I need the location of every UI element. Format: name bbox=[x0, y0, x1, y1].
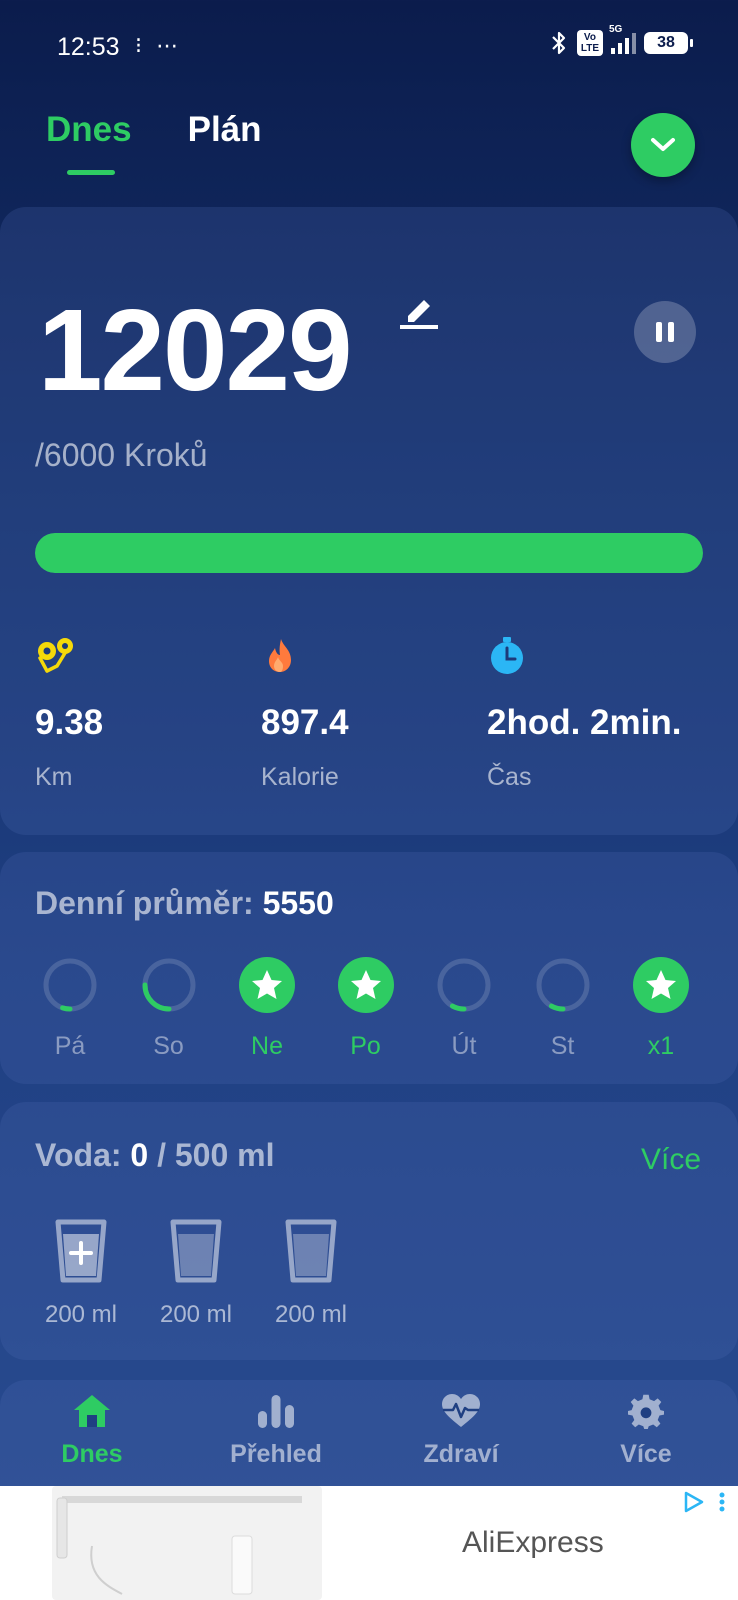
day-label: Po bbox=[350, 1032, 381, 1060]
day-item[interactable]: Ne bbox=[237, 955, 297, 1061]
day-label: x1 bbox=[647, 1032, 675, 1060]
time-value: 2hod. 2min. bbox=[487, 703, 682, 742]
flame-icon bbox=[269, 639, 291, 672]
status-time: 12:53 bbox=[57, 33, 120, 61]
day-label: St bbox=[550, 1032, 575, 1060]
tab-dnes[interactable]: Dnes bbox=[46, 110, 132, 150]
day-label: Pá bbox=[54, 1032, 86, 1060]
distance-value: 9.38 bbox=[35, 703, 104, 742]
star-badge-icon bbox=[239, 957, 295, 1013]
tab-plan[interactable]: Plán bbox=[188, 110, 262, 150]
daily-average-label: Denní průměr: bbox=[35, 885, 254, 921]
glass-icon bbox=[170, 1219, 222, 1283]
day-item[interactable]: Út bbox=[434, 955, 494, 1061]
dropdown-button[interactable] bbox=[631, 113, 695, 177]
star-badge-icon bbox=[337, 957, 394, 1013]
volte-badge: Vo LTE bbox=[576, 30, 603, 56]
distance-icon bbox=[38, 638, 73, 673]
bar-chart-icon bbox=[258, 1395, 294, 1428]
day-item[interactable]: So bbox=[139, 955, 199, 1061]
steps-progress-bar bbox=[35, 533, 703, 573]
glass-label: 200 ml bbox=[274, 1301, 348, 1328]
glass-plus-icon bbox=[55, 1219, 107, 1283]
distance-label: Km bbox=[35, 763, 73, 791]
bluetooth-icon bbox=[552, 31, 565, 55]
day-progress-ring bbox=[142, 958, 195, 1012]
nav-label: Zdraví bbox=[423, 1440, 499, 1468]
nav-dnes[interactable]: Dnes bbox=[22, 1393, 162, 1469]
day-label: Út bbox=[451, 1032, 477, 1060]
water-title: Voda: 0 / 500 ml bbox=[35, 1137, 275, 1174]
status-bar: 12:53 ⁝ ⋯ Vo LTE 5G 38 bbox=[0, 0, 738, 90]
daily-average-value: 5550 bbox=[262, 885, 334, 921]
day-progress-ring bbox=[536, 958, 589, 1012]
battery-icon: 38 bbox=[644, 32, 693, 54]
day-item[interactable]: Pá bbox=[40, 955, 100, 1061]
nav-vice[interactable]: Více bbox=[576, 1393, 716, 1469]
notification-icons: ⁝ ⋯ bbox=[135, 33, 183, 58]
water-glass-add[interactable]: 200 ml bbox=[36, 1218, 126, 1329]
water-glass[interactable]: 200 ml bbox=[151, 1218, 241, 1329]
stat-calories: 897.4 Kalorie bbox=[261, 636, 349, 792]
nav-label: Více bbox=[620, 1440, 672, 1468]
pause-button[interactable] bbox=[634, 301, 696, 363]
star-badge-icon bbox=[633, 957, 689, 1013]
calories-value: 897.4 bbox=[261, 703, 349, 742]
calories-label: Kalorie bbox=[261, 763, 339, 791]
day-progress-ring bbox=[437, 958, 491, 1012]
water-more-link[interactable]: Více bbox=[641, 1143, 701, 1177]
day-progress-ring bbox=[43, 958, 97, 1012]
day-item[interactable]: Po bbox=[336, 955, 396, 1061]
ad-banner[interactable]: AliExpress bbox=[0, 1486, 738, 1600]
stat-distance: 9.38 Km bbox=[35, 636, 103, 792]
ad-advertiser: AliExpress bbox=[462, 1526, 604, 1559]
stopwatch-icon bbox=[491, 637, 523, 674]
edit-icon[interactable] bbox=[400, 290, 440, 330]
day-item[interactable]: x1 bbox=[631, 955, 691, 1061]
pause-bar-right bbox=[668, 322, 674, 342]
network-label: 5G bbox=[609, 24, 623, 35]
water-current: 0 bbox=[130, 1137, 149, 1173]
tab-underline bbox=[67, 170, 115, 175]
steps-goal: /6000 Kroků bbox=[35, 437, 208, 473]
water-target: / 500 ml bbox=[157, 1137, 275, 1173]
gear-icon bbox=[628, 1394, 664, 1429]
daily-average-title: Denní průměr: 5550 bbox=[35, 885, 334, 922]
nav-prehled[interactable]: Přehled bbox=[206, 1393, 346, 1469]
day-label: So bbox=[153, 1032, 184, 1060]
nav-label: Přehled bbox=[230, 1440, 322, 1468]
home-icon bbox=[74, 1395, 110, 1427]
status-icons-right: Vo LTE 5G 38 bbox=[549, 24, 693, 56]
time-label: Čas bbox=[487, 763, 532, 791]
glass-icon bbox=[285, 1219, 337, 1283]
heart-pulse-icon bbox=[442, 1394, 480, 1427]
top-tabs: Dnes Plán bbox=[46, 110, 262, 150]
nav-zdravi[interactable]: Zdraví bbox=[391, 1393, 531, 1469]
nav-label: Dnes bbox=[61, 1440, 123, 1468]
steps-count: 12029 bbox=[38, 285, 353, 415]
day-label: Ne bbox=[251, 1032, 283, 1060]
ad-product-image[interactable] bbox=[52, 1486, 322, 1600]
chevron-down-icon bbox=[651, 138, 675, 151]
glass-label: 200 ml bbox=[159, 1301, 233, 1328]
signal-icon: 5G bbox=[609, 24, 636, 54]
ad-choices-icon[interactable] bbox=[682, 1490, 730, 1519]
steps-progress-fill bbox=[35, 533, 703, 573]
glass-label: 200 ml bbox=[44, 1301, 118, 1328]
water-glass[interactable]: 200 ml bbox=[266, 1218, 356, 1329]
day-item[interactable]: St bbox=[533, 955, 593, 1061]
pause-bar-left bbox=[656, 322, 662, 342]
water-label: Voda: bbox=[35, 1137, 122, 1173]
stat-time: 2hod. 2min. Čas bbox=[487, 636, 681, 792]
